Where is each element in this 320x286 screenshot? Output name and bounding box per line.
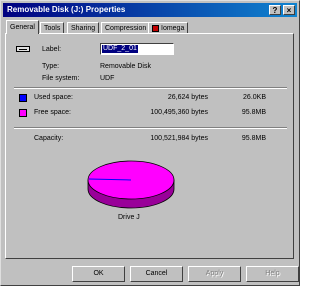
- free-space-swatch: [19, 109, 27, 117]
- separator: [14, 87, 287, 89]
- label-input[interactable]: UDF_2_01: [100, 43, 174, 55]
- tab-iomega-label: Iomega: [161, 25, 185, 32]
- tab-compression[interactable]: Compression: [101, 22, 151, 33]
- iomega-icon: [152, 25, 159, 32]
- drive-label: Drive J: [118, 214, 140, 221]
- properties-dialog: Removable Disk (J:) Properties ? × Gener…: [0, 0, 300, 286]
- tab-iomega[interactable]: Iomega: [148, 22, 189, 33]
- separator: [14, 127, 287, 129]
- window-title: Removable Disk (J:) Properties: [7, 5, 126, 14]
- apply-button[interactable]: Apply: [188, 266, 241, 282]
- help-button[interactable]: Help: [246, 266, 299, 282]
- capacity-caption: Capacity:: [34, 135, 64, 142]
- type-caption: Type:: [42, 63, 60, 70]
- free-space-bytes: 100,495,360 bytes: [150, 109, 208, 116]
- close-button[interactable]: ×: [283, 5, 295, 15]
- capacity-short: 95.8MB: [241, 135, 266, 142]
- tab-strip: General Tools Sharing Compression Iomega: [5, 20, 295, 34]
- tab-general[interactable]: General: [6, 20, 39, 34]
- help-title-button[interactable]: ?: [269, 5, 281, 15]
- disk-usage-pie: [87, 160, 175, 209]
- tab-tools[interactable]: Tools: [40, 22, 65, 33]
- used-space-short: 26.0KB: [243, 94, 266, 101]
- removable-drive-icon: [16, 46, 30, 52]
- free-space-short: 95.8MB: [241, 109, 266, 116]
- cancel-button[interactable]: Cancel: [130, 266, 183, 282]
- label-caption: Label:: [42, 46, 62, 53]
- free-space-caption: Free space:: [34, 109, 71, 116]
- type-value: Removable Disk: [100, 63, 151, 70]
- general-panel: Label: UDF_2_01 Type: Removable Disk Fil…: [5, 33, 294, 259]
- file-system-caption: File system:: [42, 75, 80, 82]
- title-bar[interactable]: Removable Disk (J:) Properties ? ×: [3, 3, 297, 17]
- file-system-value: UDF: [100, 75, 115, 82]
- used-space-caption: Used space:: [34, 94, 73, 101]
- used-space-swatch: [19, 94, 27, 102]
- ok-button[interactable]: OK: [72, 266, 125, 282]
- label-input-value: UDF_2_01: [102, 45, 138, 53]
- capacity-bytes: 100,521,984 bytes: [150, 135, 208, 142]
- used-space-bytes: 26,624 bytes: [167, 94, 208, 101]
- tab-sharing[interactable]: Sharing: [67, 22, 100, 33]
